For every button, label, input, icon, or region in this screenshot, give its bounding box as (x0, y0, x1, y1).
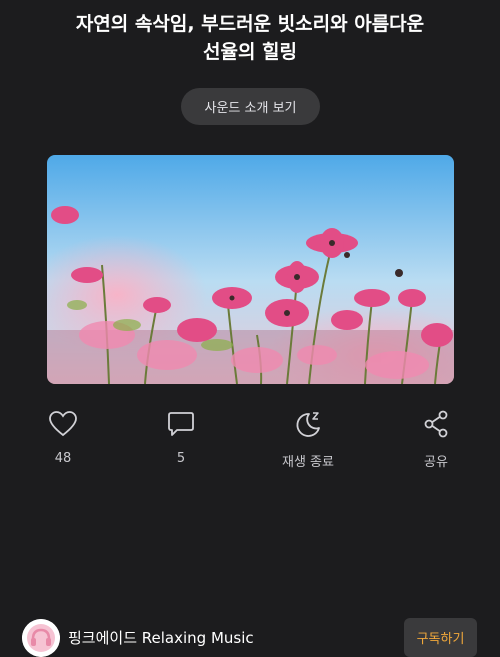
title-line-1: 자연의 속삭임, 부드러운 빗소리와 아름다운 (75, 13, 425, 35)
share-button[interactable]: 공유 (396, 405, 476, 470)
comment-count: 5 (176, 451, 186, 466)
page-title: 자연의 속삭임, 부드러운 빗소리와 아름다운 선율의 힐링 (20, 10, 480, 66)
channel-avatar[interactable] (22, 619, 60, 657)
action-bar: 48 5 재생 종료 공유 (0, 405, 500, 475)
sleep-moon-icon (293, 405, 323, 443)
sleep-timer-button[interactable]: 재생 종료 (268, 405, 348, 470)
sleep-timer-label: 재생 종료 (282, 455, 334, 470)
comment-icon (167, 405, 195, 443)
channel-bar: 핑크에이드 Relaxing Music 구독하기 (0, 610, 500, 657)
heart-icon (48, 405, 78, 443)
cover-image (47, 155, 454, 384)
subscribe-button[interactable]: 구독하기 (404, 618, 477, 657)
comment-button[interactable]: 5 (141, 405, 221, 466)
like-count: 48 (54, 451, 72, 466)
sound-intro-button[interactable]: 사운드 소개 보기 (181, 88, 320, 125)
share-icon (422, 405, 450, 443)
title-line-2: 선율의 힐링 (202, 41, 297, 63)
like-button[interactable]: 48 (23, 405, 103, 466)
channel-name[interactable]: 핑크에이드 Relaxing Music (68, 627, 254, 648)
share-label: 공유 (424, 455, 448, 470)
